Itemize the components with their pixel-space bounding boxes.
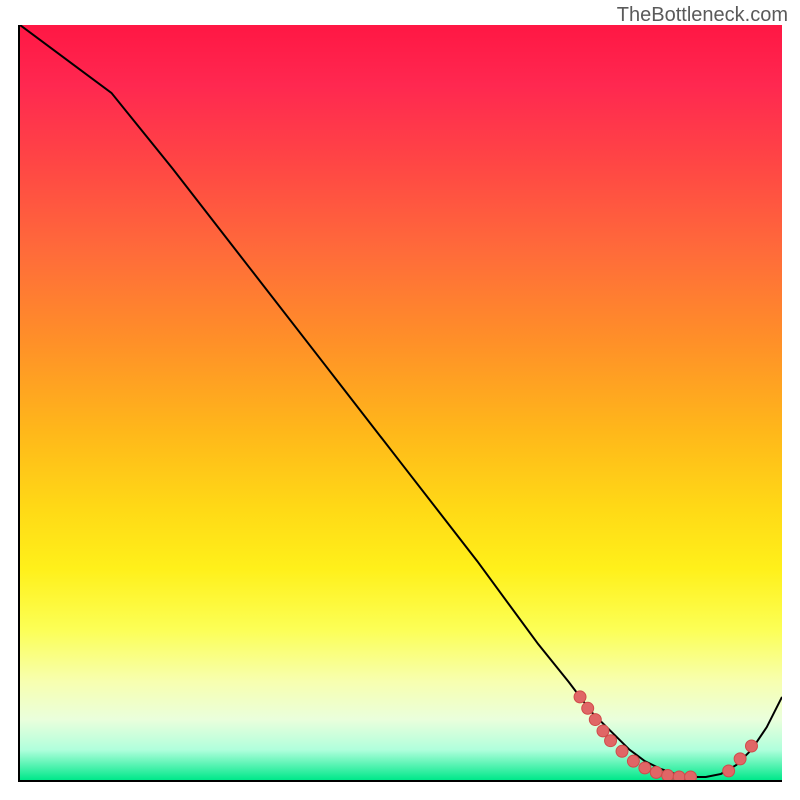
data-marker <box>650 766 662 778</box>
watermark-text: TheBottleneck.com <box>617 4 788 27</box>
data-marker <box>673 771 685 780</box>
data-marker <box>582 702 594 714</box>
data-marker <box>685 771 697 780</box>
data-markers <box>574 691 757 780</box>
data-marker <box>745 740 757 752</box>
data-marker <box>597 725 609 737</box>
data-marker <box>639 762 651 774</box>
data-marker <box>574 691 586 703</box>
data-marker <box>723 765 735 777</box>
data-marker <box>605 735 617 747</box>
data-marker <box>616 745 628 757</box>
data-marker <box>589 714 601 726</box>
curve-line <box>20 25 782 777</box>
data-marker <box>734 753 746 765</box>
data-marker <box>662 770 674 780</box>
chart-svg <box>20 25 782 780</box>
plot-area <box>18 25 782 782</box>
data-marker <box>627 755 639 767</box>
